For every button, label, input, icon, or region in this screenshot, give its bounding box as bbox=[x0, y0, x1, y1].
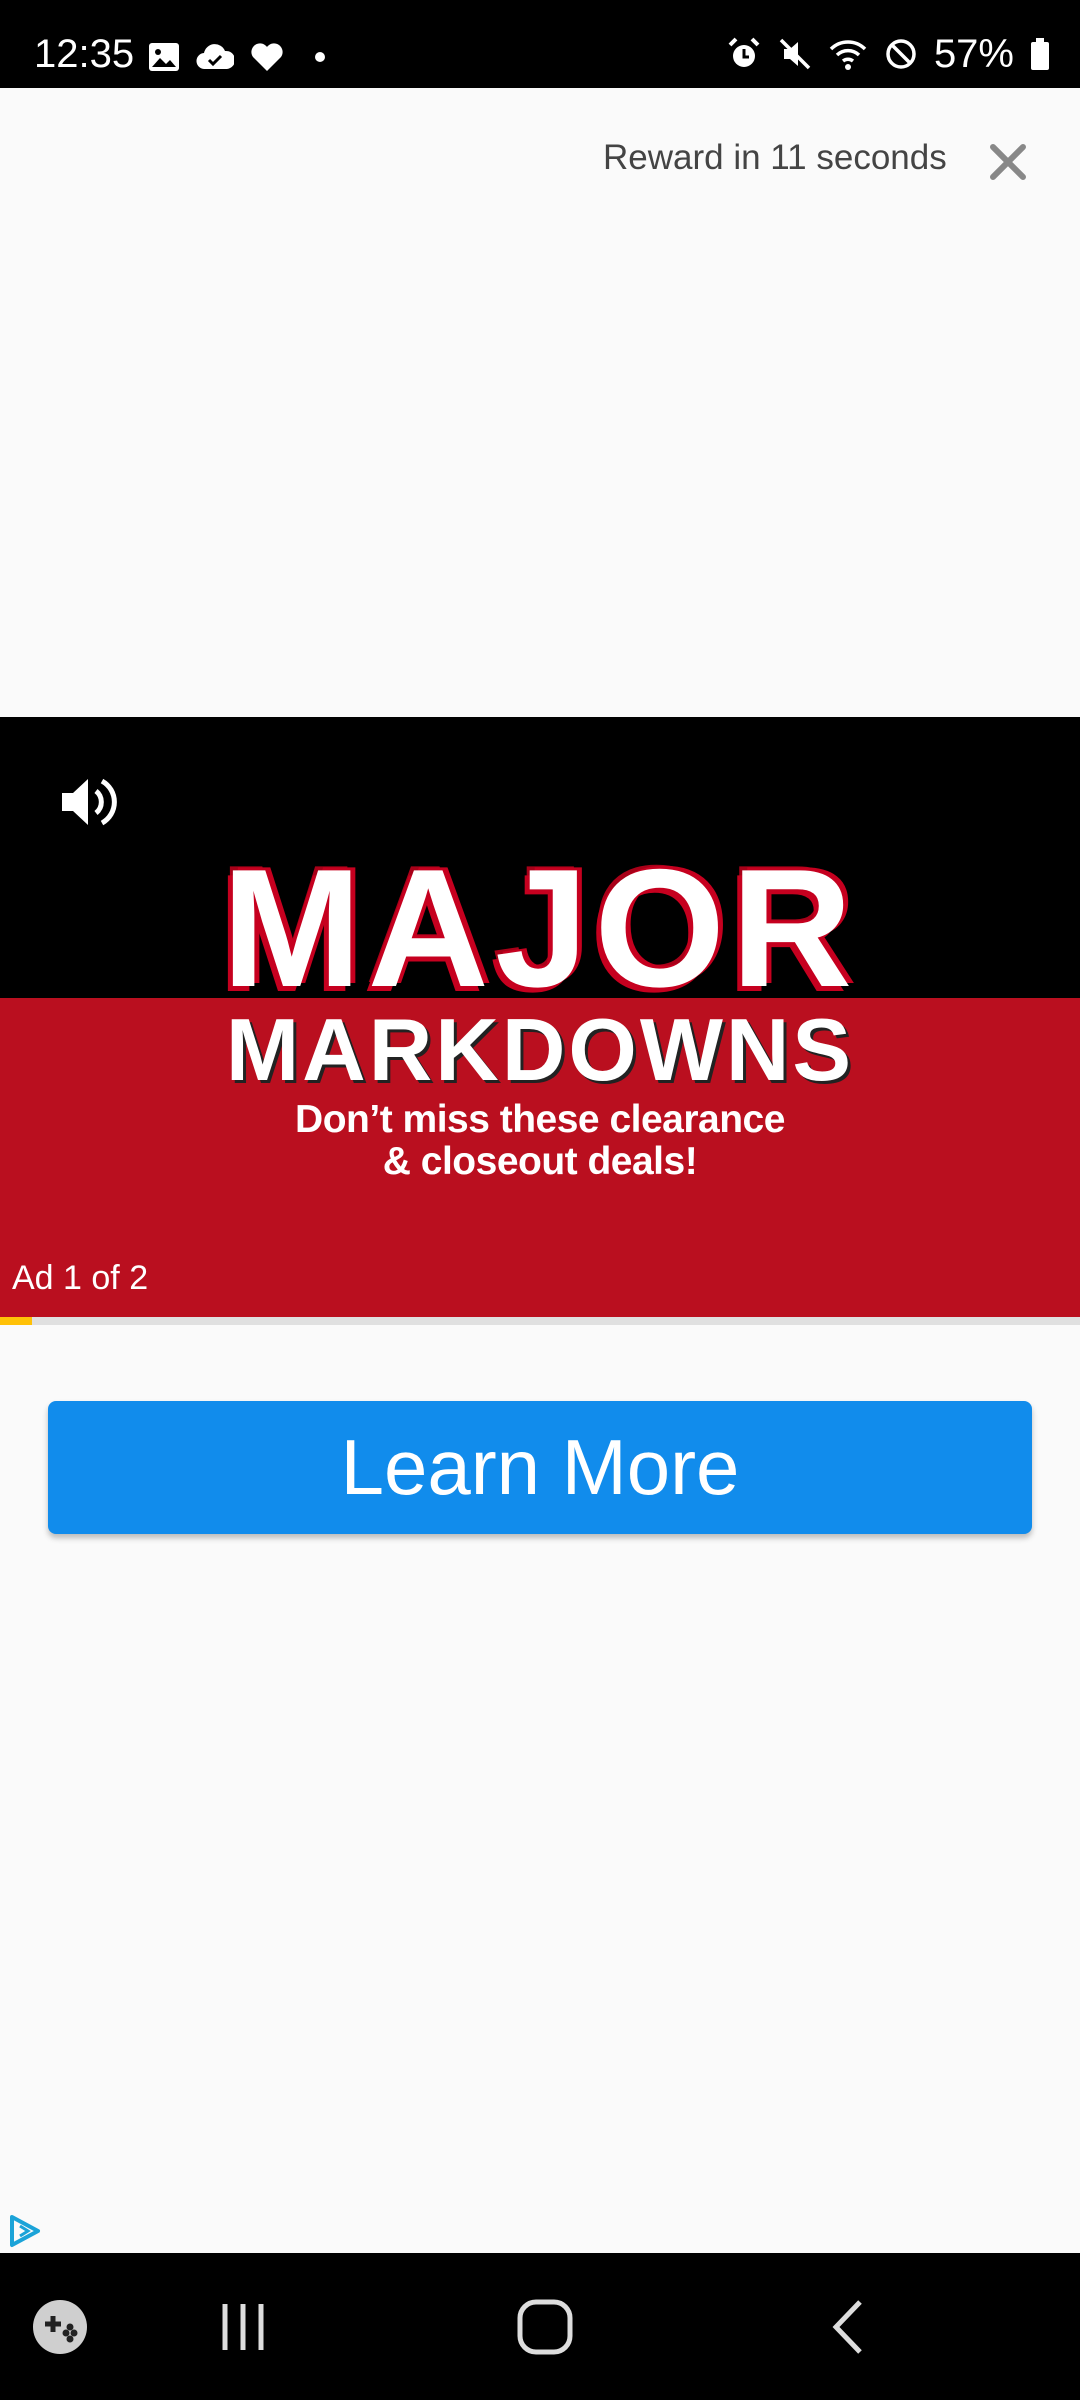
ad-subtitle-line2: & closeout deals! bbox=[382, 1140, 698, 1183]
navigation-bar bbox=[0, 2253, 1080, 2400]
status-time: 12:35 bbox=[34, 32, 135, 76]
home-button[interactable] bbox=[505, 2253, 585, 2400]
battery-level: 57% bbox=[933, 32, 1014, 76]
heart-icon bbox=[251, 43, 283, 71]
recents-button[interactable] bbox=[203, 2253, 283, 2400]
battery-icon bbox=[1031, 38, 1049, 70]
recents-icon bbox=[222, 2303, 264, 2350]
game-launcher-button[interactable] bbox=[30, 2253, 90, 2400]
status-notification-icons bbox=[148, 42, 330, 72]
adchoices-icon bbox=[10, 2215, 40, 2247]
sound-toggle-button[interactable] bbox=[58, 769, 124, 835]
dot-icon bbox=[315, 52, 325, 62]
ad-headline-markdowns: MARKDOWNS bbox=[225, 1000, 855, 1099]
alarm-icon bbox=[728, 37, 760, 67]
ad-subtitle: Don’t miss these clearance & closeout de… bbox=[0, 1099, 1080, 1183]
video-progress-fill bbox=[0, 1317, 33, 1325]
status-bar: 12:35 57% bbox=[0, 0, 1080, 88]
cloud-icon bbox=[196, 44, 234, 70]
ad-video[interactable]: MAJOR MARKDOWNS Don’t miss these clearan… bbox=[0, 717, 1080, 1317]
video-progress-bar bbox=[0, 1317, 1080, 1325]
dnd-icon bbox=[886, 39, 916, 69]
close-button[interactable] bbox=[986, 140, 1030, 184]
close-icon bbox=[990, 144, 1026, 180]
image-icon bbox=[149, 43, 179, 71]
ad-headline-major: MAJOR bbox=[221, 834, 859, 1022]
learn-more-button[interactable]: Learn More bbox=[48, 1401, 1032, 1534]
back-icon bbox=[832, 2299, 862, 2354]
adchoices-button[interactable] bbox=[6, 2212, 44, 2250]
mute-icon bbox=[779, 38, 811, 70]
volume-icon bbox=[62, 778, 117, 826]
game-launcher-icon bbox=[33, 2299, 87, 2354]
wifi-icon bbox=[829, 40, 867, 70]
back-button[interactable] bbox=[808, 2253, 888, 2400]
home-icon bbox=[517, 2299, 573, 2354]
ad-subtitle-line1: Don’t miss these clearance bbox=[295, 1098, 785, 1141]
ad-counter: Ad 1 of 2 bbox=[12, 1259, 149, 1297]
reward-countdown: Reward in 11 seconds bbox=[603, 138, 947, 177]
status-system-icons: 57% bbox=[726, 34, 1050, 74]
